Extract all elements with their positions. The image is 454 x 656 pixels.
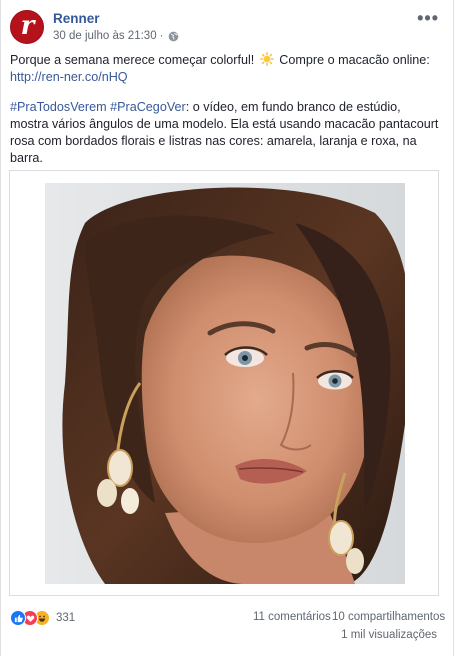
globe-icon (169, 31, 179, 41)
sun-emoji-icon (259, 52, 274, 66)
model-portrait-image (45, 183, 405, 584)
hashtag-pracegover[interactable]: #PraCegoVer (110, 100, 186, 114)
reactions-summary[interactable]: 331 (10, 610, 75, 626)
shares-count-link[interactable]: 10 compartilhamentos (332, 611, 445, 623)
reaction-count[interactable]: 331 (56, 612, 75, 624)
product-link[interactable]: http://ren-ner.co/nHQ (10, 70, 128, 84)
post-paragraph-1: Porque a semana merece começar colorful!… (10, 52, 442, 86)
post-timestamp[interactable]: 30 de julho às 21:30 (53, 30, 157, 42)
facebook-post-card: r Renner 30 de julho às 21:30 · ••• Porq… (0, 0, 454, 656)
like-reaction-icon (10, 610, 26, 626)
meta-separator: · (159, 30, 164, 42)
page-avatar[interactable]: r (10, 10, 44, 44)
views-count: 1 mil visualizações (341, 629, 437, 641)
hashtag-pratodosverem[interactable]: #PraTodosVerem (10, 100, 107, 114)
media-container (9, 170, 439, 596)
more-options-icon[interactable]: ••• (417, 8, 439, 29)
page-name-link[interactable]: Renner (53, 11, 100, 26)
post-body: Porque a semana merece começar colorful!… (10, 52, 442, 180)
post-meta: 30 de julho às 21:30 · (53, 30, 179, 42)
post-paragraph-2: #PraTodosVerem #PraCegoVer: o vídeo, em … (10, 99, 442, 167)
video-player[interactable] (45, 183, 405, 584)
post-text-cta: Compre o macacão online: (279, 53, 430, 67)
comments-count-link[interactable]: 11 comentários (253, 611, 331, 623)
post-text-intro: Porque a semana merece começar colorful! (10, 53, 255, 67)
renner-logo: r (20, 10, 35, 41)
